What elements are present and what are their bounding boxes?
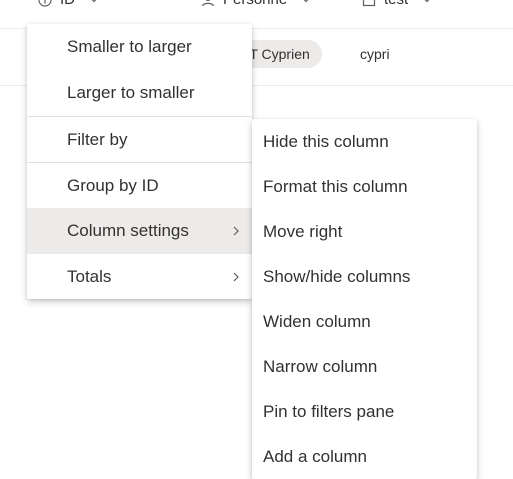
menu-item-label: Filter by [67,130,128,149]
column-header-label: test [384,0,408,8]
chevron-down-icon [92,0,96,2]
chevron-down-icon [425,0,430,2]
menu-item-totals[interactable]: Totals [27,254,252,300]
column-header-id[interactable]: ID [38,0,99,8]
menu-item-label: Hide this column [263,131,389,151]
person-icon [201,0,215,6]
column-settings-submenu: Hide this column Format this column Move… [252,119,477,479]
menu-item-label: Smaller to larger [67,37,192,56]
menu-item-label: Show/hide columns [263,266,411,286]
info-icon [38,0,52,7]
menu-item-label: Add a column [263,446,367,466]
menu-item-label: Totals [67,267,112,286]
menu-item-filter-by[interactable]: Filter by [27,117,252,163]
column-header-test[interactable]: test [362,0,432,8]
submenu-item-add-column[interactable]: Add a column [252,434,477,479]
menu-item-group-by[interactable]: Group by ID [27,163,252,209]
column-context-menu: Smaller to larger Larger to smaller Filt… [27,24,252,299]
menu-item-label: Larger to smaller [67,83,195,102]
submenu-item-move-right[interactable]: Move right [252,209,477,254]
column-header-personne[interactable]: Personne [201,0,311,8]
menu-item-label: Format this column [263,176,408,196]
chevron-right-icon [233,272,239,282]
chevron-down-icon [304,0,309,2]
menu-item-label: Group by ID [67,176,159,195]
menu-item-label: Column settings [67,221,189,240]
menu-item-label: Pin to filters pane [263,401,395,421]
submenu-item-show-hide-columns[interactable]: Show/hide columns [252,254,477,299]
menu-item-label: Move right [263,221,343,241]
table-cell: cypri [360,46,390,62]
calendar-icon [362,0,376,6]
menu-item-column-settings[interactable]: Column settings [27,208,252,254]
chevron-right-icon [233,226,239,236]
submenu-item-hide-column[interactable]: Hide this column [252,119,477,164]
menu-item-label: Narrow column [263,356,378,376]
menu-item-sort-ascending[interactable]: Smaller to larger [27,24,252,70]
menu-item-label: Widen column [263,311,371,331]
submenu-item-pin-to-filters[interactable]: Pin to filters pane [252,389,477,434]
submenu-item-widen-column[interactable]: Widen column [252,299,477,344]
menu-item-sort-descending[interactable]: Larger to smaller [27,70,252,116]
submenu-item-narrow-column[interactable]: Narrow column [252,344,477,389]
column-header-label: Personne [223,0,287,8]
column-header-label: ID [60,0,75,8]
submenu-item-format-column[interactable]: Format this column [252,164,477,209]
